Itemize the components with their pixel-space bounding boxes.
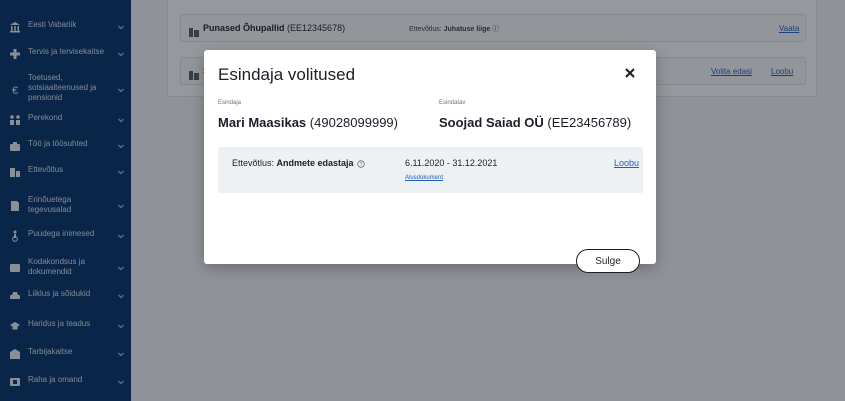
mandate-dates: 6.11.2020 - 31.12.2021 [405, 158, 498, 168]
svg-text:?: ? [359, 162, 362, 168]
cancel-mandate-link[interactable]: Loobu [614, 158, 639, 168]
mandate-details: Ettevõtlus: Andmete edastaja? 6.11.2020 … [218, 147, 643, 193]
close-icon[interactable] [623, 66, 637, 80]
close-button[interactable]: Sulge [576, 249, 640, 273]
base-document-link[interactable]: Alusdokument [405, 175, 443, 181]
represented-label: Esindatav [439, 100, 466, 106]
represented-value: Soojad Saiad OÜ (EE23456789) [439, 115, 632, 130]
dialog-title: Esindaja volitused [218, 65, 356, 84]
help-icon[interactable]: ? [356, 159, 365, 168]
mandate-role: Ettevõtlus: Andmete edastaja? [232, 158, 365, 168]
representative-mandates-dialog: Esindaja volitused Esindaja Mari Maasika… [204, 50, 656, 273]
representative-label: Esindaja [218, 100, 242, 106]
representative-value: Mari Maasikas (49028099999) [218, 115, 398, 130]
